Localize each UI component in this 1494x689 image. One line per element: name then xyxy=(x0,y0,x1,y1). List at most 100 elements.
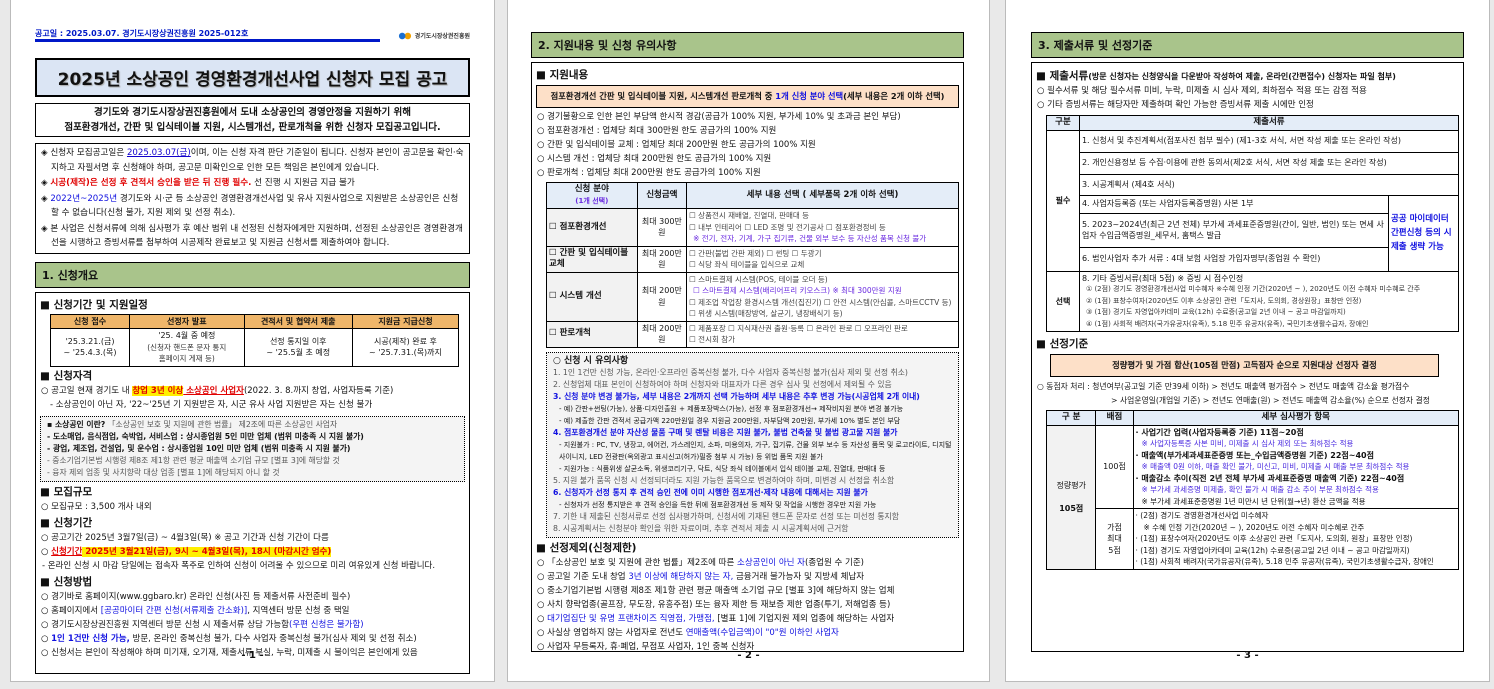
note-years: 2022년~2025년 xyxy=(50,193,118,204)
support-amount: 최대 200만원 xyxy=(636,245,688,273)
note-item: ◈ 2022년~2025년 경기도와 시·군 등 소상공인 경영환경개선사업 및… xyxy=(41,193,459,219)
caution-item: 1. 1인 1건만 신청 가능, 온라인·오프라인 중복신청 불가, 다수 사업… xyxy=(553,367,908,377)
eval-group: 정량평가 105점 xyxy=(1045,424,1097,570)
schedule-cell: '25. 4월 중 예정 (신청자 핸드폰 문자 통지 홈페이지 게재 등) xyxy=(129,328,245,367)
section-heading-1: 1. 신청개요 xyxy=(35,261,470,288)
period-item: 신청기간 2025년 3월21일(금), 9시 ~ 4월3일(목), 18시 (… xyxy=(40,546,465,559)
caution-item: 5. 지원 불가 품목 신청 시 선정되더라도 지원 가능한 품목으로 변경하여… xyxy=(553,475,895,485)
support-field: ☐ 점포환경개선 xyxy=(546,208,638,247)
note-text: 본 사업은 신청서류에 의해 심사평가 후 예산 범위 내 선정된 신청자에게만… xyxy=(50,223,463,249)
notice-header: 공고일 : 2025.03.07. 경기도시장상권진흥원 2025-012호 경… xyxy=(35,28,470,44)
period-item: 공고기간 2025년 3월7일(금) ~ 4월3일(목) ※ 공고 기간과 신청… xyxy=(40,532,465,545)
caution-title: ○ 신청 시 유의사항 xyxy=(553,355,629,366)
caution-item: - 신청자가 선정 통지받은 후 견적 승인을 득한 뒤에 점포환경개선 등 제… xyxy=(559,500,877,509)
schedule-cell: 선정 통지일 이후 ~ '25.5월 초 예정 xyxy=(243,328,353,367)
note-item: ◈ 시공(제작)은 선정 후 견적서 승인을 받은 뒤 진행 필수. 선 진행 … xyxy=(41,178,355,188)
bonus-item: · (1점) 경기도 자영업아카데미 교육(12h) 수료증(공고일 2년 이내… xyxy=(1135,545,1410,555)
optional-doc: ① (2점) 경기도 경영환경개선사업 미수혜자 ※수혜 인정 기간(2020년… xyxy=(1085,285,1421,293)
definition-note: 「소상공인 보호 및 지원에 관한 법률」 제2조에 따른 소상공인 사업자 xyxy=(105,419,338,429)
evaluation-item: · 사업기간 업력(사업자등록증 기준) 11점~20점 xyxy=(1135,427,1304,437)
support-heading: 지원내용 xyxy=(536,69,959,82)
eval-group-total: 105점 xyxy=(1059,503,1084,513)
support-details: ☐ 스마트결제 시스템(POS, 테이블 오더 등) ☐ 스마트결제 시스템(배리… xyxy=(686,271,959,322)
support-details: ☐ 상품전시 재배열, 진열대, 판매대 등 ☐ 내부 인테리어 ☐ LED 조명… xyxy=(686,208,959,247)
method-text: 홈페이지에서 xyxy=(51,605,101,616)
detail-option: ☐ 제조업 작업장 환경시스템 개선(집진기) ☐ 안전 시스템(안심콜, 스마… xyxy=(689,297,952,307)
mydata-note: 공공 마이데이터 간편신청 등의 시 제출 생략 가능 xyxy=(1387,194,1460,272)
page-2: 2. 지원내용 및 신청 유의사항 지원내용 점포환경개선 간판 및 입식테이블… xyxy=(507,0,990,682)
caution-item: - 예) 제출한 간판 견적서 공급가액 220만원일 경우 지원금 200만원… xyxy=(559,416,901,425)
schedule-value: 시공(제작) 완료 후 xyxy=(374,336,437,346)
method-text: 경기도시장상권진흥원 지역센터 방문 신청 시 제출서류 상담 가능함 xyxy=(51,619,290,630)
docs-item: 기타 증빙서류는 해당자만 제출하며 확인 가능한 증빙서류 제출 시에만 인정 xyxy=(1036,99,1459,112)
support-row: ☐ 시스템 개선 최대 200만원 ☐ 스마트결제 시스템(POS, 테이블 오더 … xyxy=(546,271,959,322)
exclusion-heading: 선정제외(신청제한) xyxy=(536,542,959,555)
exclusion-item: 사치 향락업종(골프장, 무도장, 유흥주점) 또는 융자 제한 등 재보증 제… xyxy=(536,599,959,612)
detail-option: ☐ 위생 시스템(매장방역, 살균기, 냉장배식기 등) xyxy=(689,309,843,318)
section-1-box: 신청기간 및 지원일정 신청 접수선정자 발표견적서 및 협약서 제출지원금 지… xyxy=(35,291,470,674)
required-doc: 5. 2023~2024년(최근 2년 전체) 부가세 과세표준증명원(간이, … xyxy=(1078,212,1389,248)
qualification-item: 공고일 현재 경기도 내 창업 3년 이상 소상공인 사업자(2022. 3. … xyxy=(40,385,465,398)
page-number: - 3 - xyxy=(1236,650,1259,661)
schedule-value: 선정 통지일 이후 xyxy=(269,336,327,346)
schedule-value: ~ '25.4.3.(목) xyxy=(63,348,117,358)
th-text: 신청 분야 xyxy=(574,184,609,194)
required-label: 필수 xyxy=(1046,129,1080,272)
exclusion-item: 「소상공인 보호 및 지원에 관한 법률」제2조에 따른 소상공인이 아닌 자(… xyxy=(536,557,959,570)
caution-item: 4. 점포환경개선 분야 자산성 물품 구매 및 렌탈 비용은 지원 불가, 불… xyxy=(553,427,898,437)
schedule-cell: 시공(제작) 완료 후 ~ '25.7.31.(목)까지 xyxy=(351,328,460,367)
required-doc: 4. 사업자등록증 (또는 사업자등록증명원) 사본 1부 xyxy=(1078,194,1389,214)
qualification-note: - 소상공인이 아닌 자, '22~'25년 기 지원받은 자, 시군 유사 사… xyxy=(50,399,373,410)
eval-group-label: 정량평가 xyxy=(1056,480,1086,490)
schedule-header: 지원금 지급신청 xyxy=(351,313,460,329)
caution-item: 6. 신청자가 선정 통지 후 견적 승인 전에 이미 시행한 점포개선·제작 … xyxy=(553,487,868,497)
schedule-value: ~ '25.5월 초 예정 xyxy=(266,348,331,358)
page-number: - 1 - xyxy=(241,650,264,661)
scale-item: 모집규모 : 3,500 개사 내외 xyxy=(40,501,465,514)
detail-option: ☐ 식당 좌식 테이블을 입식으로 교체 xyxy=(689,260,805,269)
optional-title: 8. 기타 증빙서류(최대 5점) ※ 증빙 시 점수인정 xyxy=(1081,273,1244,283)
schedule-value: (신청자 핸드폰 문자 통지 xyxy=(147,342,227,352)
intro-box: 경기도와 경기도시장상권진흥원에서 도내 소상공인의 경영안정을 지원하기 위해… xyxy=(35,103,470,137)
detail-note: ☐ 스마트결제 시스템(배리어프리 키오스크) ※ 최대 300만원 지원 xyxy=(693,286,902,295)
exclusion-text: (종업원 수 기준) xyxy=(805,557,864,568)
document-title: 2025년 소상공인 경영환경개선사업 신청자 모집 공고 xyxy=(35,58,470,97)
banner-highlight: 1개 신청 분야 선택 xyxy=(775,91,844,101)
support-field: ☐ 시스템 개선 xyxy=(546,271,638,322)
bonus-item: · (1점) 표창수여자(2020년도 이후 소상공인 관련「도지사, 도의회,… xyxy=(1135,534,1413,543)
criteria-heading: 선정기준 xyxy=(1036,338,1459,351)
support-item: 시스템 개선 : 업체당 최대 200만원 한도 공급가의 100% 지원 xyxy=(536,153,959,166)
method-text: 방문, 온라인 중복신청 불가, 다수 사업자 중복신청 불가(심사 제외 및 … xyxy=(129,633,417,644)
th-sub: (1개 선택) xyxy=(575,196,609,205)
caution-item: - 지원가능 : 식품위생 살균소독, 위생코리기구, 닥트, 식당 좌식 테이… xyxy=(559,464,886,473)
caution-item: - 지원불가 : PC, TV, 냉장고, 에어컨, 가스레인지, 소파, 미용… xyxy=(559,440,952,461)
optional-docs: 8. 기타 증빙서류(최대 5점) ※ 증빙 시 점수인정 ① (2점) 경기도 … xyxy=(1078,270,1460,332)
schedule-value: 홈페이지 게재 등) xyxy=(158,354,215,363)
evaluation-item: · 매출액(부가세과세표준증명 또는_수입금액증명원 기준) 22점~40점 xyxy=(1135,450,1374,460)
schedule-cell: '25.3.21.(금) ~ '25.4.3.(목) xyxy=(49,328,131,367)
notice-number: 공고일 : 2025.03.07. 경기도시장상권진흥원 2025-012호 xyxy=(35,29,249,38)
evaluation-item: · 매출감소 추이(직전 2년 전체 부가세 과세표준증명 매출액 기준) 22… xyxy=(1135,473,1405,483)
method-heading: 신청방법 xyxy=(40,576,465,589)
caution-item: 3. 신청 분야 변경 불가능, 세부 내용은 2개까지 선택 가능하며 세부 … xyxy=(553,391,920,401)
required-doc: 6. 법인사업자 추가 서류 : 4대 보험 사업장 가입자명부(종업원 수 확… xyxy=(1078,246,1389,272)
page-1: 공고일 : 2025.03.07. 경기도시장상권진흥원 2025-012호 경… xyxy=(10,0,495,682)
optional-doc: ③ (1점) 경기도 자영업아카데미 교육(12h) 수료증(공고일 2년 이내… xyxy=(1085,308,1346,316)
method-item: 경기도시장상권진흥원 지역센터 방문 신청 시 제출서류 상담 가능함(우편 신… xyxy=(40,619,465,632)
caution-item: 2. 신청업체 대표 본인이 신청하여야 하며 신청자와 대표자가 다른 경우 … xyxy=(553,379,892,389)
method-highlight: (우편 신청은 불가함) xyxy=(289,619,364,630)
evaluation-item: ※ 부가세 과세증명 미제출, 확인 불가 시 매출 감소 추이 부문 최하점수… xyxy=(1141,485,1379,494)
required-doc: 2. 개인신용정보 등 수집·이용에 관한 동의서(제2호 서식, 서면 작성 … xyxy=(1078,151,1460,175)
detail-option: ☐ 내부 인테리어 ☐ LED 조명 및 전기공사 ☐ 점포환경정비 등 xyxy=(689,222,886,232)
tie-rule: 동점자 처리 : 청년여부(공고일 기준 만39세 이하) > 전년도 매출액 … xyxy=(1036,380,1459,393)
definition-item: - 중소기업기본법 시행령 제8조 제1항 관련 평균 매출액 소기업 규모 [… xyxy=(47,455,340,465)
method-highlight: [공공마이터 간편 신청(서류제출 간소화)] xyxy=(100,605,248,616)
schedule-header: 신청 접수 xyxy=(49,313,131,329)
tie-rule: > 사업운영일(개업일 기준) > 전년도 연매출(원) > 전년도 매출액 감… xyxy=(1111,396,1430,405)
notice-box: ◈ 신청자 모집공고일은 2025.03.07(금)이며, 이는 신청 자격 판… xyxy=(35,143,470,254)
exclusion-highlight: 대기업집단 및 유명 프랜차이즈 직영점, 가맹점, xyxy=(547,613,715,624)
exclusion-highlight: 3년 이상에 해당하지 않는 자, xyxy=(628,571,734,582)
organization-logo: 경기도시장상권진흥원 xyxy=(397,30,470,40)
intro-line: 경기도와 경기도시장상권진흥원에서 도내 소상공인의 경영안정을 지원하기 위해 xyxy=(93,107,411,118)
support-field: ☐ 판로개척 xyxy=(546,320,638,348)
